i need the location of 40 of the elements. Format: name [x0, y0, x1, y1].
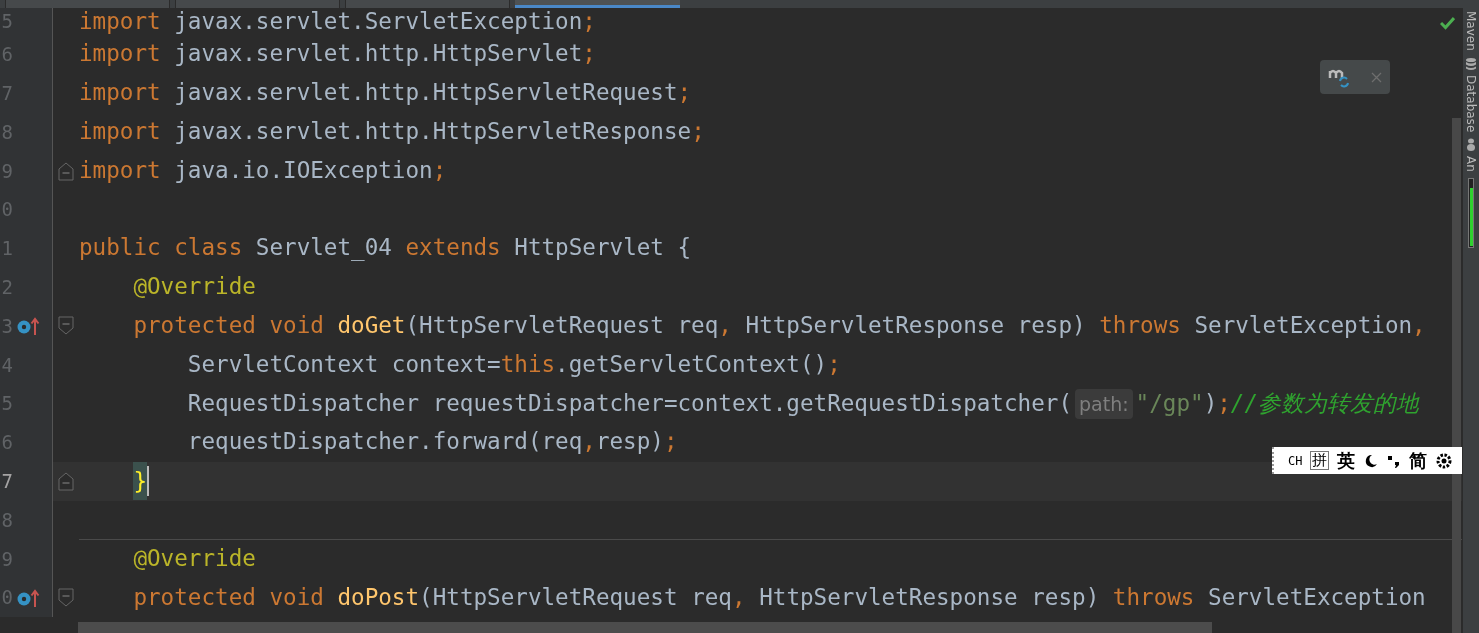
code-text: RequestDispatcher requestDispatcher=context.getRequestDispatcher(: [186, 388, 1072, 418]
fold-marker[interactable]: [58, 587, 74, 608]
code-line: @Override: [132, 544, 256, 574]
override-icon[interactable]: [16, 587, 42, 608]
fold-marker[interactable]: [58, 471, 74, 492]
fold-marker[interactable]: [58, 315, 74, 336]
code-line: public class Servlet_04 extends HttpServlet {: [79, 233, 692, 263]
code-line: protected void doGet(HttpServletRequest req, HttpServletResponse resp) throws ServletException,: [132, 311, 1426, 341]
code-line: protected void doPost(HttpServletRequest req, HttpServletResponse resp) throws ServletException: [132, 582, 1426, 612]
code-line: import javax.servlet.http.HttpServletResponse;: [79, 117, 705, 147]
code-line: requestDispatcher.forward(req,resp);: [186, 427, 678, 457]
check-icon[interactable]: [1440, 16, 1455, 30]
settings-icon[interactable]: [1435, 451, 1454, 470]
code-line: ServletContext context=this.getServletContext();: [186, 349, 841, 379]
ime-pinyin-toggle[interactable]: 拼: [1310, 451, 1330, 470]
ime-mode-label[interactable]: CH: [1288, 451, 1303, 470]
fold-marker[interactable]: [58, 160, 74, 181]
ime-language-toggle[interactable]: 英: [1337, 450, 1356, 471]
code-line: import javax.servlet.http.HttpServletRequest;: [79, 78, 692, 108]
matched-brace: }: [133, 462, 147, 501]
code-line: import javax.servlet.http.HttpServlet;: [79, 39, 596, 69]
vertical-scrollbar[interactable]: [1452, 118, 1461, 633]
ime-language-toggle[interactable]: 简: [1409, 450, 1428, 471]
tool-window-tab[interactable]: Database: [1464, 74, 1478, 133]
horizontal-scrollbar[interactable]: [78, 622, 1212, 633]
moon-icon[interactable]: [1363, 452, 1380, 469]
override-icon[interactable]: [16, 315, 42, 336]
database-icon[interactable]: [1465, 56, 1477, 71]
line-number: 7: [0, 468, 13, 494]
memory-indicator-icon: [1468, 177, 1474, 248]
tool-window-tab[interactable]: An: [1464, 156, 1478, 172]
editor-tab[interactable]: [515, 0, 680, 8]
tool-window-tab[interactable]: Maven: [1464, 11, 1478, 51]
code-line: @Override: [132, 272, 256, 302]
code-line: import java.io.IOException;: [79, 155, 447, 185]
text-cursor: [147, 466, 149, 497]
parameter-hint: path:: [1075, 388, 1133, 419]
ant-icon[interactable]: [1465, 138, 1477, 153]
code-line: import javax.servlet.ServletException;: [79, 8, 596, 36]
code-text: "/gp");//参数为转发的地: [1135, 388, 1420, 418]
